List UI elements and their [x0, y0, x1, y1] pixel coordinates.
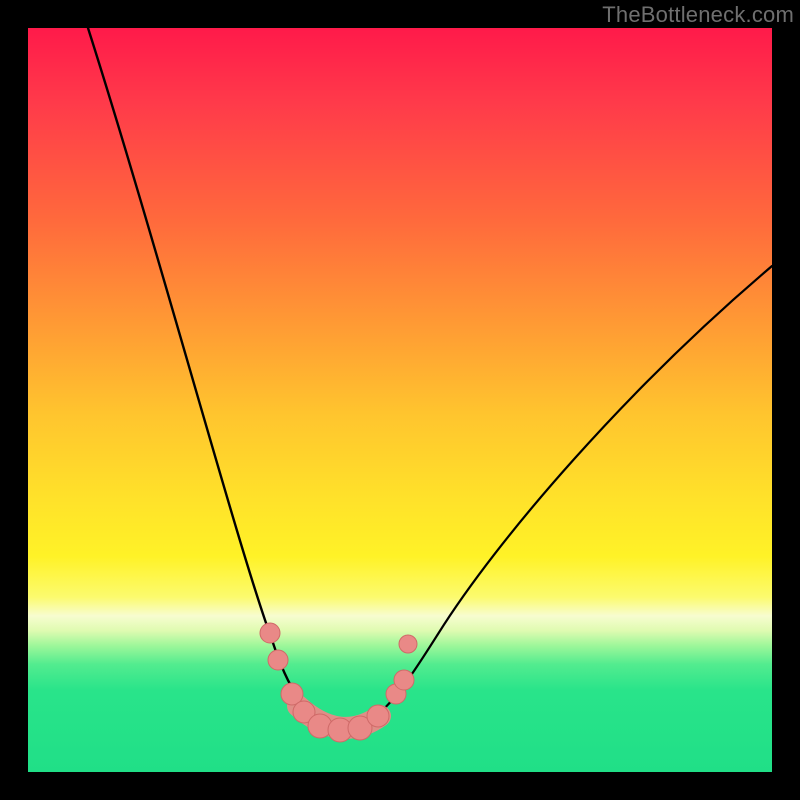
marker-right-det: [399, 635, 417, 653]
watermark-text: TheBottleneck.com: [602, 2, 794, 28]
marker-group: [260, 623, 417, 742]
marker-left-upper-2: [268, 650, 288, 670]
chart-frame: TheBottleneck.com: [0, 0, 800, 800]
marker-right-upper-2: [394, 670, 414, 690]
curve-layer: [28, 28, 772, 772]
marker-right-lower: [367, 705, 389, 727]
plot-area: [28, 28, 772, 772]
bottleneck-curve-left: [88, 28, 344, 730]
marker-left-upper-1: [260, 623, 280, 643]
bottleneck-curve-right: [344, 266, 772, 730]
